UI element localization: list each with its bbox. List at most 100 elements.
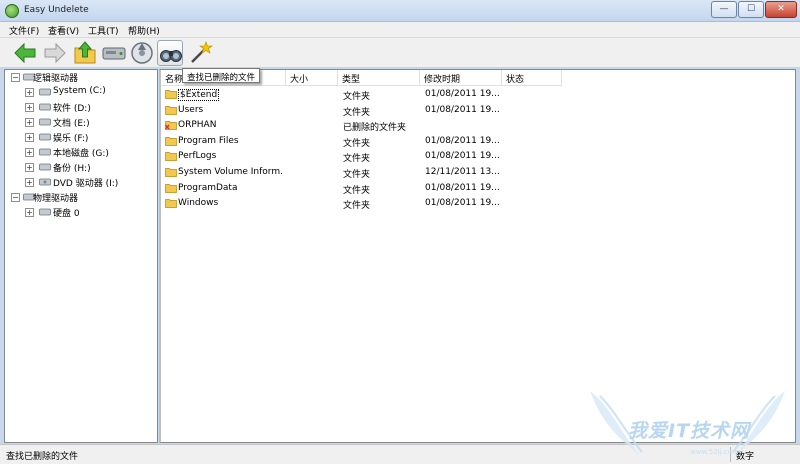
- folder-icon: [165, 168, 177, 177]
- maximize-button[interactable]: ☐: [738, 1, 764, 18]
- file-name: ProgramData: [178, 182, 238, 193]
- file-type: 文件夹: [343, 185, 371, 196]
- tree-item-drive-c[interactable]: + System (C:): [5, 85, 155, 100]
- file-list: 名称 大小 类型 修改时期 状态 $Extend 文件夹 01/08/2011 19…: [159, 69, 796, 443]
- back-arrow-icon: [14, 42, 36, 64]
- tree-item-drive-g[interactable]: + 本地磁盘 (G:): [5, 145, 155, 160]
- column-header-size[interactable]: 大小: [286, 70, 338, 86]
- expand-toggle[interactable]: +: [25, 208, 34, 217]
- tree-label: 物理驱动器: [33, 194, 79, 204]
- tree-label: 硬盘 0: [53, 209, 80, 219]
- file-modified: 01/08/2011 19...: [425, 182, 500, 193]
- drive-icon: [102, 47, 126, 60]
- file-type: 文件夹: [343, 201, 371, 212]
- expand-toggle[interactable]: +: [25, 118, 34, 127]
- folder-icon: [165, 90, 177, 99]
- drive-button[interactable]: [101, 40, 127, 66]
- expand-toggle[interactable]: +: [25, 88, 34, 97]
- menu-help[interactable]: 帮助(H): [128, 24, 160, 37]
- table-row[interactable]: Users 文件夹 01/08/2011 19...: [161, 103, 791, 118]
- table-row[interactable]: PerfLogs 文件夹 01/08/2011 19...: [161, 149, 791, 164]
- tree-item-drive-i[interactable]: + DVD 驱动器 (I:): [5, 175, 155, 190]
- status-text: 查找已删除的文件: [6, 452, 79, 462]
- close-button[interactable]: ✕: [765, 1, 797, 18]
- tree-item-drive-e[interactable]: + 文档 (E:): [5, 115, 155, 130]
- file-modified: 01/08/2011 19...: [425, 104, 500, 115]
- folder-icon: [165, 136, 177, 146]
- menu-bar: 文件(F) 查看(V) 工具(T) 帮助(H): [0, 22, 800, 38]
- expand-toggle[interactable]: +: [25, 148, 34, 157]
- tree-label: 备份 (H:): [53, 164, 91, 174]
- drive-icon: [39, 88, 51, 96]
- back-button[interactable]: [12, 40, 38, 66]
- file-type: 文件夹: [343, 92, 371, 102]
- tree-item-disk-0[interactable]: + 硬盘 0: [5, 205, 155, 220]
- tree-logical-drives[interactable]: − 逻辑驱动器: [5, 70, 155, 85]
- file-type: 文件夹: [343, 154, 371, 165]
- drive-icon: [39, 133, 51, 141]
- file-type: 文件夹: [343, 138, 371, 149]
- window-title: Easy Undelete: [24, 5, 89, 15]
- file-modified: 12/11/2011 13...: [425, 167, 500, 177]
- drive-icon: [39, 118, 51, 126]
- file-modified: 01/08/2011 19...: [425, 151, 500, 162]
- file-type: 文件夹: [343, 107, 371, 118]
- drive-icon: [39, 163, 51, 171]
- minimize-button[interactable]: —: [711, 1, 737, 18]
- deleted-folder-icon: [165, 121, 177, 131]
- menu-view[interactable]: 查看(V): [48, 24, 79, 37]
- file-name: Program Files: [178, 135, 239, 146]
- menu-file[interactable]: 文件(F): [9, 24, 39, 37]
- dvd-drive-icon: [39, 178, 51, 186]
- wizard-button[interactable]: [188, 40, 214, 66]
- expand-toggle[interactable]: +: [25, 103, 34, 112]
- find-deleted-button[interactable]: [157, 40, 183, 66]
- drive-icon: [39, 148, 51, 156]
- status-bar: 查找已删除的文件 数字: [0, 444, 800, 464]
- file-name: Windows: [178, 198, 219, 209]
- tree-physical-drives[interactable]: − 物理驱动器: [5, 190, 155, 205]
- binoculars-icon: [160, 50, 182, 62]
- expand-toggle[interactable]: +: [25, 178, 34, 187]
- folder-icon: [165, 152, 177, 162]
- tree-label: System (C:): [53, 86, 106, 96]
- table-row[interactable]: ORPHAN 已删除的文件夹: [161, 118, 791, 133]
- tree-item-drive-h[interactable]: + 备份 (H:): [5, 160, 155, 175]
- scan-disk-button[interactable]: [129, 40, 155, 66]
- up-folder-button[interactable]: [72, 40, 98, 66]
- forward-arrow-icon: [44, 42, 66, 64]
- num-lock-indicator: 数字: [730, 447, 792, 462]
- tree-label: 娱乐 (F:): [53, 134, 89, 144]
- collapse-toggle[interactable]: −: [11, 73, 20, 82]
- expand-toggle[interactable]: +: [25, 133, 34, 142]
- scan-disk-icon: [131, 42, 153, 64]
- column-header-type[interactable]: 类型: [338, 70, 420, 86]
- drive-icon: [39, 103, 51, 111]
- folder-icon: [165, 199, 177, 209]
- table-row[interactable]: System Volume Inform... 文件夹 12/11/2011 13.…: [161, 165, 791, 180]
- table-row[interactable]: Program Files 文件夹 01/08/2011 19...: [161, 134, 791, 149]
- folder-icon: [165, 105, 177, 115]
- toolbar: [0, 38, 800, 68]
- tree-item-drive-d[interactable]: + 软件 (D:): [5, 100, 155, 115]
- file-name: $Extend: [178, 89, 220, 101]
- file-name: ORPHAN: [178, 120, 217, 131]
- tree-label: 逻辑驱动器: [33, 74, 79, 84]
- table-row[interactable]: $Extend 文件夹 01/08/2011 19...: [161, 87, 791, 102]
- forward-button[interactable]: [42, 40, 68, 66]
- title-bar: Easy Undelete — ☐ ✕: [0, 0, 800, 22]
- file-name: Users: [178, 104, 204, 115]
- column-header-status[interactable]: 状态: [502, 70, 562, 86]
- expand-toggle[interactable]: +: [25, 163, 34, 172]
- file-modified: 01/08/2011 19...: [425, 135, 500, 146]
- tree-label: 软件 (D:): [53, 104, 91, 114]
- menu-tools[interactable]: 工具(T): [88, 24, 119, 37]
- table-row[interactable]: ProgramData 文件夹 01/08/2011 19...: [161, 181, 791, 196]
- column-header-modified[interactable]: 修改时期: [420, 70, 502, 86]
- file-name: System Volume Inform...: [178, 167, 283, 177]
- file-type: 文件夹: [343, 170, 371, 180]
- collapse-toggle[interactable]: −: [11, 193, 20, 202]
- file-name: PerfLogs: [178, 151, 217, 162]
- tree-item-drive-f[interactable]: + 娱乐 (F:): [5, 130, 155, 145]
- table-row[interactable]: Windows 文件夹 01/08/2011 19...: [161, 196, 791, 211]
